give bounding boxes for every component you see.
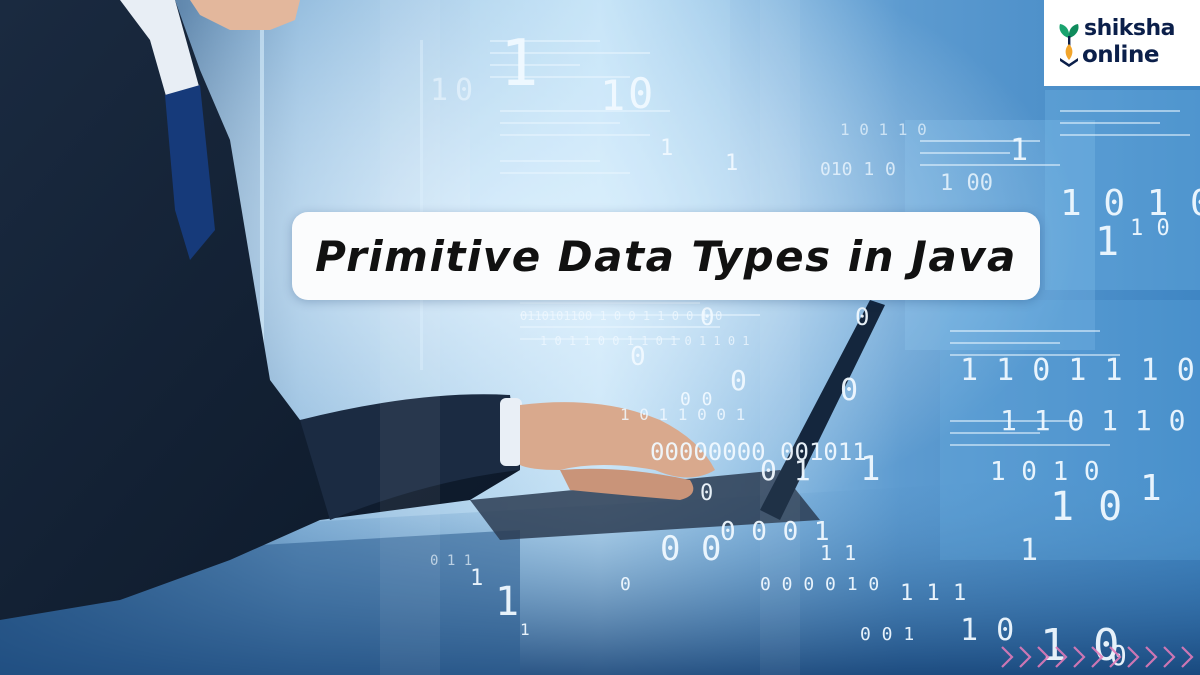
svg-text:1: 1 (500, 27, 539, 101)
svg-text:1 0 1 1 0: 1 0 1 1 0 (840, 120, 927, 139)
svg-text:0: 0 (730, 364, 747, 397)
svg-text:0 0: 0 0 (660, 529, 721, 569)
svg-text:1 0: 1 0 (960, 613, 1014, 648)
svg-text:00000000 001011: 00000000 001011 (650, 438, 867, 466)
svg-text:1: 1 (860, 449, 880, 489)
svg-text:1: 1 (1020, 533, 1038, 568)
shirt-cuff (500, 398, 522, 466)
window-frame (260, 0, 264, 380)
svg-text:1: 1 (495, 579, 519, 625)
logo-text-line2: online (1082, 42, 1159, 68)
svg-text:1: 1 (725, 151, 738, 176)
svg-text:1 0 1 0: 1 0 1 0 (990, 457, 1100, 487)
svg-text:0: 0 (628, 69, 653, 118)
svg-text:1: 1 (600, 71, 625, 120)
svg-text:1 0: 1 0 (1050, 484, 1122, 530)
background-photo: 1 1 0 1 0 1 1 010 1 0 1 0 1 1 0 1 00 1 1… (0, 0, 1200, 675)
svg-text:0: 0 (855, 303, 869, 331)
svg-text:1 1 0 1 1 0: 1 1 0 1 1 0 (1000, 404, 1185, 437)
svg-text:1 0 1 1 0 0 1: 1 0 1 1 0 0 1 (620, 405, 745, 424)
chevron-arrows-icon (1001, 646, 1194, 668)
page-title: Primitive Data Types in Java (315, 231, 1017, 281)
title-card: Primitive Data Types in Java (292, 212, 1040, 300)
svg-text:0: 0 (840, 373, 858, 408)
svg-text:1: 1 (1010, 133, 1028, 168)
svg-text:010 1 0: 010 1 0 (820, 159, 896, 180)
svg-text:1 1 1: 1 1 1 (900, 581, 966, 606)
svg-text:1 00: 1 00 (940, 171, 993, 196)
svg-text:0 0 1: 0 0 1 (860, 624, 914, 645)
svg-text:1 0 1 1 0 0 1 1 0 1 0 1 1 0 1: 1 0 1 1 0 0 1 1 0 1 0 1 1 0 1 (540, 334, 750, 348)
svg-text:1: 1 (1095, 219, 1119, 265)
shiksha-logo-icon (1059, 24, 1079, 67)
svg-text:0: 0 (700, 481, 713, 506)
svg-text:1 0: 1 0 (1130, 216, 1170, 241)
svg-text:0110101100 1 0 0 1 1 0 0 1 0: 0110101100 1 0 0 1 1 0 0 1 0 (520, 309, 722, 323)
svg-text:0: 0 (620, 574, 631, 595)
logo-text-line1: shiksha (1084, 16, 1176, 41)
svg-text:1 1 0 1 1 1 0 1: 1 1 0 1 1 1 0 1 (960, 353, 1200, 388)
svg-text:1: 1 (470, 566, 483, 591)
svg-text:1: 1 (660, 136, 673, 161)
shiksha-logo: shiksha online (1044, 0, 1200, 86)
svg-text:1 1: 1 1 (820, 541, 856, 565)
svg-text:1: 1 (1140, 468, 1162, 509)
hero-banner: 1 1 0 1 0 1 1 010 1 0 1 0 1 1 0 1 00 1 1… (0, 0, 1200, 675)
svg-text:0: 0 (455, 73, 473, 108)
light-streak (380, 0, 440, 675)
svg-text:1: 1 (520, 620, 530, 639)
light-streak (760, 0, 800, 675)
